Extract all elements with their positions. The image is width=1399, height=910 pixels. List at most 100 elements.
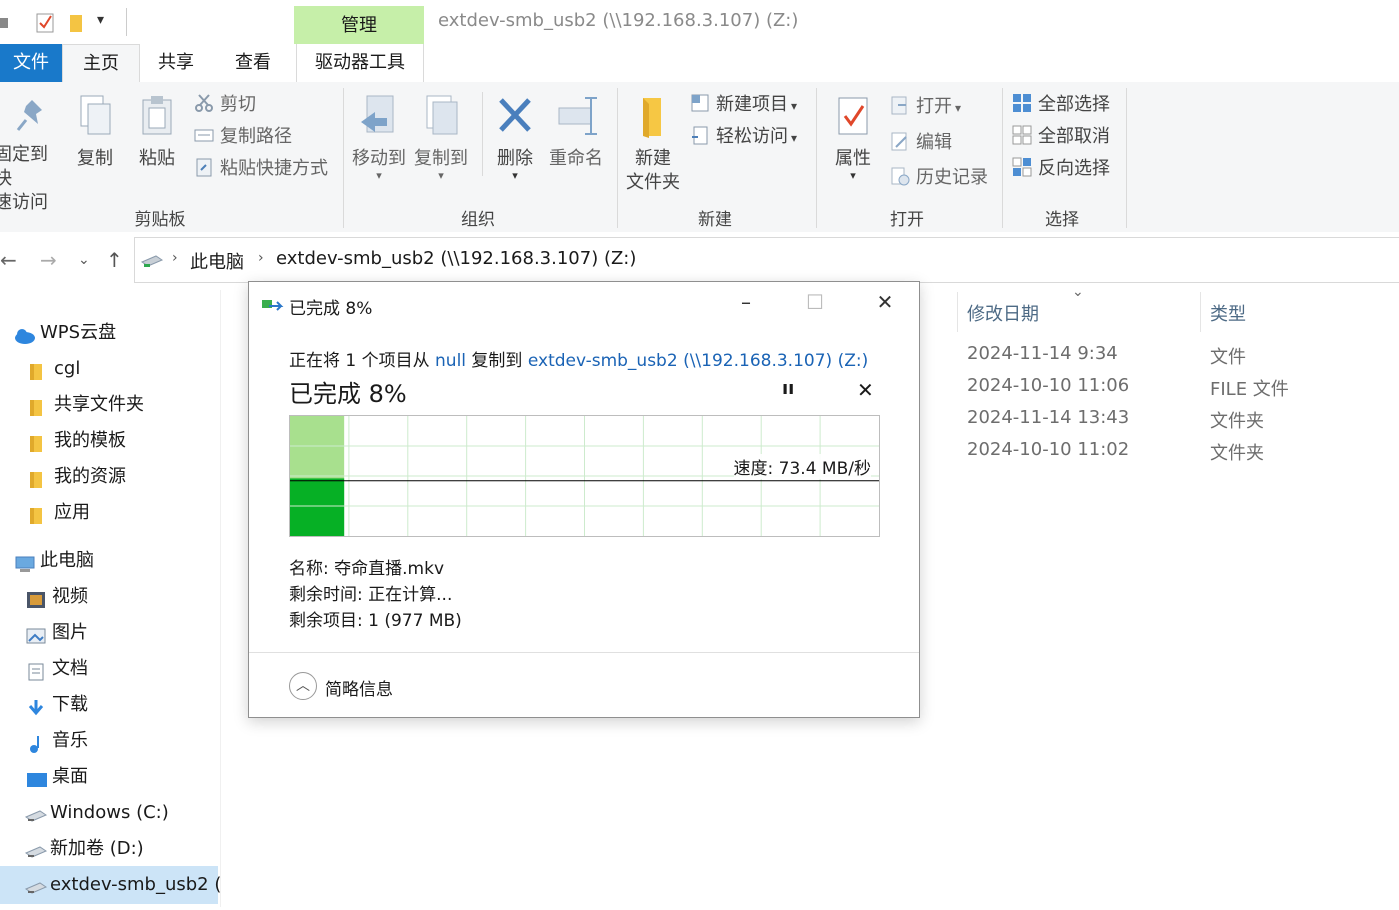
sidebar-item[interactable]: 文档 (26, 651, 88, 687)
forward-arrow-icon[interactable]: → (40, 248, 57, 272)
invert-selection-button[interactable]: 反向选择 (1012, 155, 1110, 183)
sidebar-item[interactable]: 我的资源 (28, 459, 126, 495)
file-row-date[interactable]: 2024-11-14 9:34 (967, 343, 1118, 364)
sidebar-item[interactable]: 此电脑 (14, 543, 94, 579)
copy-path-button[interactable]: 复制路径 (194, 123, 292, 151)
folder-apps-icon (28, 502, 48, 524)
manage-context-tab[interactable]: 管理 (294, 6, 424, 44)
minimize-button[interactable]: – (730, 290, 762, 320)
pause-button[interactable]: ıı (782, 378, 794, 399)
file-row-type[interactable]: 文件 (1210, 343, 1246, 369)
new-item-button[interactable]: 新建项目 ▾ (690, 91, 797, 119)
properties-button[interactable]: 属性 ▾ (826, 94, 880, 181)
dialog-footer-divider (249, 652, 919, 653)
easy-access-button[interactable]: 轻松访问 ▾ (690, 123, 797, 151)
music-icon (26, 730, 46, 753)
sidebar-item-label: 文档 (52, 658, 88, 679)
sidebar-item[interactable]: 我的模板 (28, 423, 126, 459)
fewer-details-toggle[interactable]: 简略信息 (325, 675, 393, 700)
select-all-button[interactable]: 全部选择 (1012, 91, 1110, 119)
qat-dropdown-icon[interactable]: ▾ (97, 12, 104, 28)
copy-dialog-icon (262, 300, 284, 311)
pin-quick-access-button[interactable]: 固定到快 速访问 (0, 96, 64, 215)
column-header-date[interactable]: 修改日期 (967, 300, 1039, 326)
sidebar-item[interactable]: 应用 (28, 495, 90, 531)
history-button[interactable]: 历史记录 (890, 164, 988, 192)
file-row-date[interactable]: 2024-10-10 11:02 (967, 439, 1129, 460)
properties-label: 属性 (835, 148, 871, 169)
ribbon-group-divider (1002, 88, 1003, 228)
file-row-date[interactable]: 2024-11-14 13:43 (967, 407, 1129, 428)
select-none-label: 全部取消 (1038, 126, 1110, 147)
tab-view[interactable]: 查看 (216, 44, 290, 82)
collapse-details-icon[interactable]: ︿ (289, 672, 317, 700)
copy-label: 复制 (77, 148, 113, 169)
easy-access-label: 轻松访问 (716, 126, 788, 147)
breadcrumb-current-drive[interactable]: extdev-smb_usb2 (\\192.168.3.107) (Z:) (276, 248, 636, 269)
copy-source-link[interactable]: null (435, 351, 466, 371)
edit-button[interactable]: 编辑 (890, 129, 952, 157)
video-icon (26, 586, 46, 608)
copy-path-icon (194, 125, 214, 145)
back-arrow-icon[interactable]: ← (0, 248, 17, 272)
file-row-date[interactable]: 2024-10-10 11:06 (967, 375, 1129, 396)
delete-dropdown-icon: ▾ (512, 169, 518, 182)
copy-to-button[interactable]: 复制到 ▾ (412, 94, 470, 181)
paste-shortcut-button[interactable]: 粘贴快捷方式 (194, 155, 328, 183)
copy-button[interactable]: 复制 (70, 94, 120, 171)
sidebar-item[interactable]: cgl (28, 351, 80, 387)
history-label: 历史记录 (916, 167, 988, 188)
select-none-button[interactable]: 全部取消 (1012, 123, 1110, 151)
new-folder-button[interactable]: 新建 文件夹 (622, 94, 684, 195)
ribbon-group-divider (617, 88, 618, 228)
move-to-button[interactable]: 移动到 ▾ (350, 94, 408, 181)
document-icon (26, 658, 46, 681)
copy-path-label: 复制路径 (220, 126, 292, 147)
open-icon (890, 95, 910, 115)
sidebar-item-label: 新加卷 (D:) (50, 838, 144, 859)
file-row-type[interactable]: 文件夹 (1210, 407, 1264, 433)
organize-group-label: 组织 (461, 210, 495, 230)
sidebar-item[interactable]: 共享文件夹 (28, 387, 144, 423)
qat-properties-icon[interactable] (0, 12, 12, 34)
new-item-dropdown-icon: ▾ (791, 99, 798, 113)
qat-checkmark-icon[interactable] (36, 12, 56, 34)
paste-button[interactable]: 粘贴 (132, 94, 182, 171)
tab-share[interactable]: 共享 (140, 44, 212, 82)
up-arrow-icon[interactable]: ↑ (106, 248, 123, 272)
sidebar-item[interactable]: WPS云盘 (14, 315, 116, 351)
file-row-type[interactable]: FILE 文件 (1210, 375, 1289, 401)
sidebar-item[interactable]: 图片 (26, 615, 88, 651)
breadcrumb-this-pc[interactable]: 此电脑 (190, 248, 244, 274)
new-group-label: 新建 (698, 210, 732, 230)
rename-button[interactable]: 重命名 (546, 94, 606, 171)
close-button[interactable]: ✕ (869, 290, 901, 320)
scissors-icon (194, 93, 214, 113)
delete-button[interactable]: 删除 ▾ (490, 94, 540, 181)
sidebar-item[interactable]: extdev-smb_usb2 ( (24, 867, 221, 903)
column-header-type[interactable]: 类型 (1210, 300, 1246, 326)
sidebar-item[interactable]: 下载 (26, 687, 88, 723)
recent-locations-chevron-icon[interactable]: ⌄ (78, 252, 90, 268)
sidebar-item-label: WPS云盘 (40, 322, 117, 343)
open-button[interactable]: 打开 ▾ (890, 93, 961, 121)
qat-folder-icon[interactable] (68, 12, 86, 34)
copy-to-icon (426, 95, 458, 135)
sidebar-item-label: Windows (C:) (50, 802, 169, 823)
sidebar-item[interactable]: Windows (C:) (24, 795, 169, 831)
sidebar-item[interactable]: 音乐 (26, 723, 88, 759)
column-divider (1200, 292, 1201, 332)
sidebar-item-label: cgl (54, 358, 81, 379)
cancel-copy-button[interactable]: ✕ (857, 378, 874, 402)
copy-destination-link[interactable]: extdev-smb_usb2 (\\192.168.3.107) (Z:) (528, 351, 868, 371)
sidebar-item[interactable]: 视频 (26, 579, 88, 615)
sidebar-item[interactable]: 桌面 (26, 759, 88, 795)
cut-button[interactable]: 剪切 (194, 91, 256, 119)
file-row-type[interactable]: 文件夹 (1210, 439, 1264, 465)
tab-home[interactable]: 主页 (62, 44, 140, 84)
tab-drive-tools[interactable]: 驱动器工具 (296, 44, 424, 82)
window-title: extdev-smb_usb2 (\\192.168.3.107) (Z:) (438, 10, 799, 31)
tab-file[interactable]: 文件 (0, 44, 62, 82)
sidebar-item[interactable]: 新加卷 (D:) (24, 831, 144, 867)
easy-access-icon (690, 125, 710, 145)
